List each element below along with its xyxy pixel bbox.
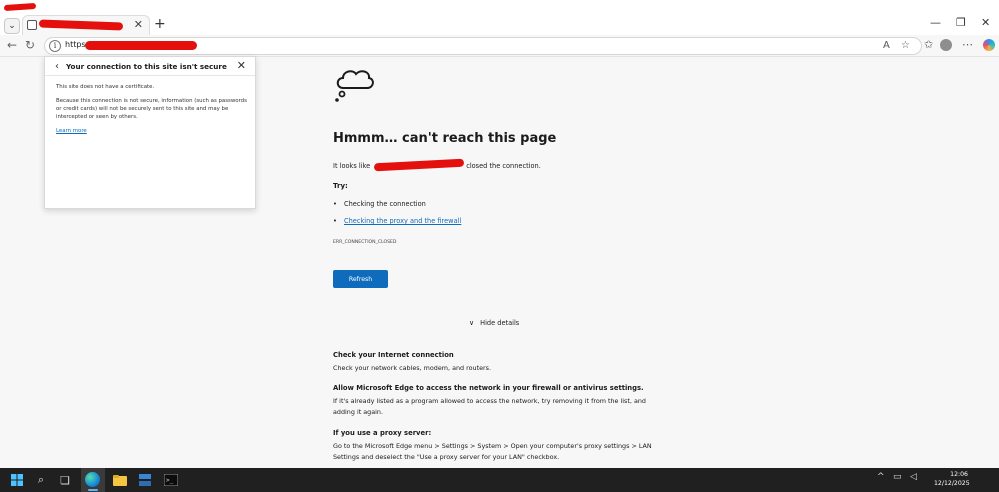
new-tab-button[interactable]: + — [154, 16, 166, 32]
detail-text: If it's already listed as a program allo… — [333, 397, 646, 416]
svg-text:>_: >_ — [166, 477, 174, 484]
popup-title: Your connection to this site isn't secur… — [66, 62, 227, 71]
server-manager-icon[interactable] — [137, 472, 153, 488]
bullet: • — [333, 217, 337, 225]
network-icon[interactable]: ▭ — [893, 472, 902, 482]
tab-strip: ⌄ ✕ + — ❐ ✕ — [0, 0, 999, 35]
clock[interactable]: 12:06 12/12/2025 — [934, 470, 970, 488]
hide-details-label: Hide details — [480, 319, 520, 327]
hide-details-toggle[interactable]: ∨ Hide details — [469, 319, 519, 327]
windows-start-icon[interactable] — [9, 472, 25, 488]
address-bar[interactable]: i https:// A ☆ — [44, 37, 922, 55]
bullet: • — [333, 200, 337, 208]
chevron-down-icon: ∨ — [469, 319, 475, 327]
file-explorer-icon[interactable] — [112, 472, 128, 488]
learn-more-link[interactable]: Learn more — [56, 128, 87, 134]
maximize-button[interactable]: ❐ — [956, 16, 966, 29]
security-warning-text: Because this connection is not secure, i… — [56, 98, 247, 120]
host-redaction — [374, 158, 465, 172]
terminal-icon[interactable]: >_ — [163, 472, 179, 488]
tray-chevron-icon[interactable]: ^ — [877, 472, 885, 482]
detail-heading: Allow Microsoft Edge to access the netwo… — [333, 384, 644, 392]
error-headline: Hmmm… can't reach this page — [333, 131, 557, 146]
tab-close-icon[interactable]: ✕ — [134, 18, 143, 31]
connection-security-popup: ‹ Your connection to this site isn't sec… — [44, 56, 256, 209]
read-aloud-icon[interactable]: A — [883, 40, 890, 51]
divider — [45, 75, 255, 76]
back-arrow-icon[interactable]: ← — [7, 38, 17, 52]
close-window-button[interactable]: ✕ — [981, 16, 990, 29]
error-code: ERR_CONNECTION_CLOSED — [333, 240, 397, 245]
refresh-icon[interactable]: ↻ — [25, 38, 35, 52]
clock-date: 12/12/2025 — [934, 480, 970, 487]
list-item: • Checking the connection — [333, 200, 426, 208]
certificate-status-text: This site does not have a certificate. — [56, 84, 155, 90]
site-info-icon[interactable]: i — [49, 40, 61, 52]
volume-icon[interactable]: ◁ — [910, 472, 917, 482]
more-menu-icon[interactable]: ⋯ — [962, 38, 973, 51]
detail-text: Go to the Microsoft Edge menu > Settings… — [333, 442, 652, 461]
tab-title-redaction — [38, 19, 124, 31]
browser-tab[interactable]: ✕ — [22, 15, 150, 35]
list-item: • Checking the proxy and the firewall — [333, 217, 461, 225]
detail-heading: Check your Internet connection — [333, 351, 454, 359]
active-indicator — [88, 489, 98, 491]
proxy-firewall-link[interactable]: Checking the proxy and the firewall — [344, 217, 461, 225]
copilot-icon[interactable] — [983, 39, 995, 51]
page-favicon-icon — [27, 20, 37, 30]
thought-cloud-icon — [335, 70, 374, 102]
error-description-start: It looks like — [333, 162, 371, 170]
task-view-icon[interactable]: ❏ — [57, 472, 73, 488]
favorite-star-icon[interactable]: ☆ — [901, 40, 910, 51]
url-redaction — [85, 41, 197, 50]
clock-time: 12:06 — [950, 471, 968, 478]
navigation-bar: ← ↻ i https:// A ☆ — [0, 35, 999, 57]
refresh-button[interactable]: Refresh — [333, 270, 388, 288]
search-icon[interactable]: ⌕ — [33, 472, 49, 488]
try-label: Try: — [333, 182, 348, 190]
favorites-icon[interactable]: ✩ — [924, 38, 933, 51]
error-description-end: closed the connection. — [466, 162, 541, 170]
error-description: It looks like closed the connection. — [333, 158, 541, 172]
detail-heading: If you use a proxy server: — [333, 429, 432, 437]
back-chevron-icon[interactable]: ‹ — [55, 61, 59, 72]
edge-browser-icon[interactable] — [85, 472, 100, 487]
detail-text: Check your network cables, modem, and ro… — [333, 364, 491, 372]
profile-avatar[interactable] — [940, 39, 952, 51]
redaction-mark — [3, 2, 37, 12]
minimize-button[interactable]: — — [930, 16, 941, 29]
close-icon[interactable]: ✕ — [237, 59, 246, 72]
tab-actions-menu-icon[interactable]: ⌄ — [4, 18, 20, 34]
try-item-text: Checking the connection — [344, 200, 426, 208]
